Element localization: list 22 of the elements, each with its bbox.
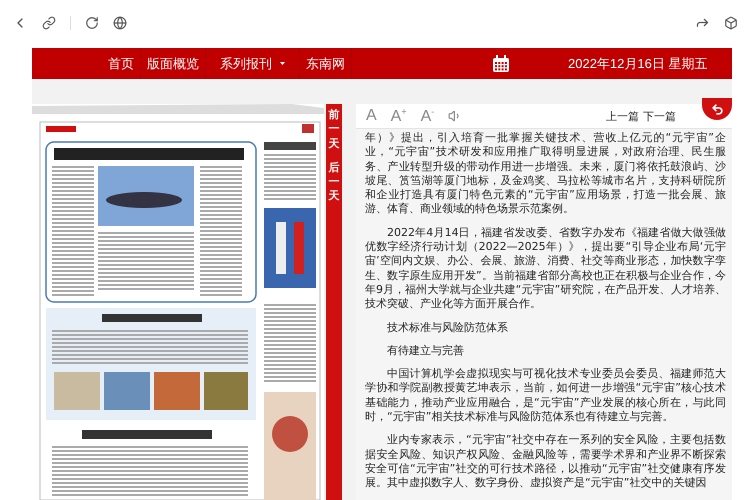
- article-paragraph: 2022年4月14日，福建省发改委、省数字办发布《福建省做大做强做优数字经济行动计划（2022—2025年）》，提出要“引导企业布局‘元宇宙’空间内文娱、办公、会展、旅游、消费、社交等商业形态，加快数字孪生、数字原生应用开发”。当前福建省部分高校也正在积极与企业合作，今年9月，福州大学就与企业共建“元宇宙”研究院，在产品开发、人才培养、技术突破、产业化等方面开展合作。: [365, 226, 726, 312]
- globe-icon[interactable]: [113, 16, 127, 30]
- day-link[interactable]: 前一天: [328, 108, 340, 151]
- article-paragraph: 中国计算机学会虚拟现实与可视化技术专业委员会委员、福建师范大学协和学院副教授黄艺坤表示，当前，如何进一步增强“元宇宙”核心技术基础能力，推动产业应用融合，是“元宇宙”产业发展的核心所在，与此同时，“元宇宙”相关技术标准与风险防范体系也有待建立与完善。: [365, 367, 726, 424]
- date-text: 2022年12月16日 星期五: [568, 54, 708, 72]
- cube-icon[interactable]: [724, 16, 738, 30]
- article-paragraph: 年）》提出，引入培育一批掌握关键技术、营收上亿元的“元宇宙”企业，“元宇宙”技术研发和应用推广取得明显进展，对政府治理、民生服务、产业转型升级的带动作用进一步增强。未来，厦门将依托鼓浪屿、沙坡尾、筼筜湖等厦门地标，及金鸡奖、马拉松等城市名片，支持科研院所和企业打造具有厦门特色元素的“元宇宙”应用场景，打造一批会展、旅游、体育、商业领域的特色场景示范案例。: [365, 131, 726, 217]
- refresh-icon[interactable]: [85, 16, 99, 30]
- article-paragraph: 技术标准与风险防范体系: [386, 320, 509, 335]
- caret-icon: [280, 62, 285, 65]
- undo-icon: [710, 102, 724, 116]
- calendar-icon[interactable]: [492, 54, 510, 72]
- article-paragraph: 有待建立与完善: [386, 344, 465, 358]
- font-size-button[interactable]: A: [366, 107, 377, 125]
- link-icon[interactable]: [42, 16, 56, 30]
- font-size-button[interactable]: A$^{+}$: [390, 106, 407, 126]
- pager-link[interactable]: 上一篇: [606, 108, 639, 124]
- pager-link[interactable]: 下一篇: [643, 108, 676, 124]
- font-size-button[interactable]: A$^{-}$: [420, 106, 434, 126]
- back-button[interactable]: [702, 98, 732, 120]
- day-link[interactable]: 后一天: [328, 160, 340, 204]
- article-paragraph: 业内专家表示，“元宇宙”社交中存在一系列的安全风险，主要包括数据安全风险、知识产权风险、金融风险等，需要学术界和产业界不断探索安全可信“元宇宙”社交的可行技术路径，以推动“元宇宙”社交健康有序发展。其中虚拟数字人、数字身份、虚拟资产是“元宇宙”社交中的关键因: [365, 433, 726, 491]
